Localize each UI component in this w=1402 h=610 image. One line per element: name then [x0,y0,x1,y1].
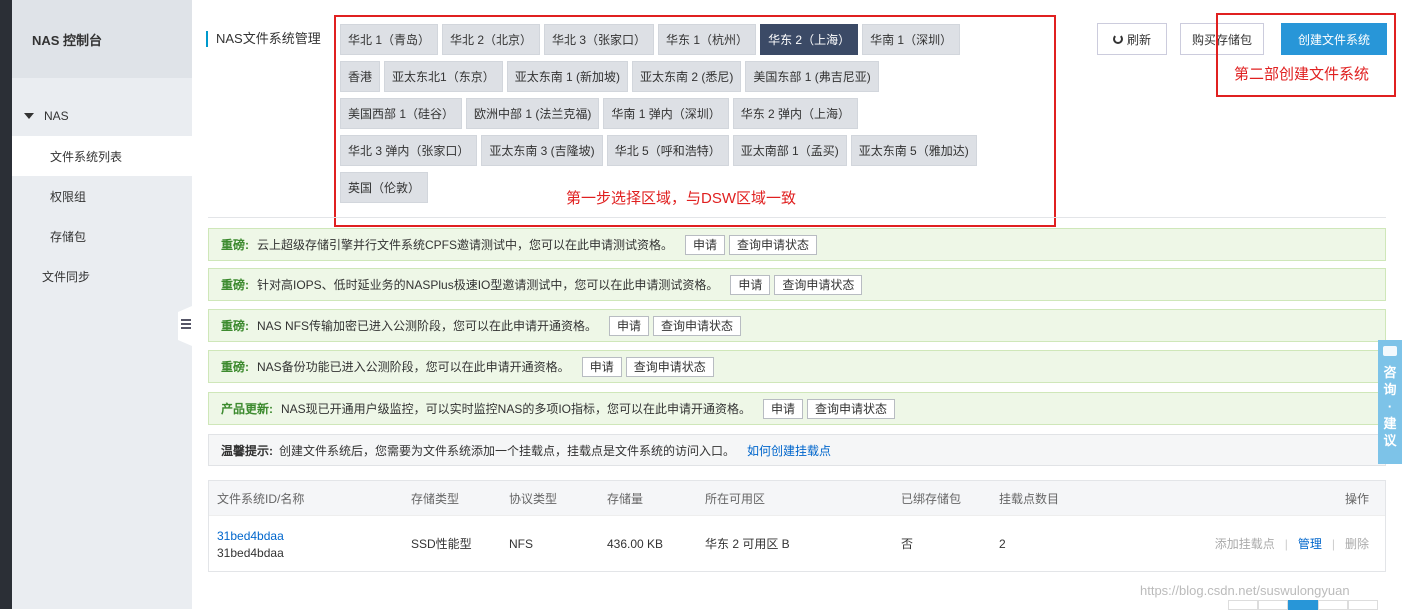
notice-tag: 产品更新: [221,402,273,416]
tip-banner: 温馨提示: 创建文件系统后，您需要为文件系统添加一个挂载点，挂载点是文件系统的访… [208,434,1386,466]
query-status-button[interactable]: 查询申请状态 [625,356,714,377]
add-mount-point-link[interactable]: 添加挂载点 [1215,535,1275,552]
mount-count: 2 [999,536,1006,551]
chat-icon [1383,346,1397,356]
notice-banner: 重磅: NAS NFS传输加密已进入公测阶段，您可以在此申请开通资格。 申请 查… [208,309,1386,342]
column-header: 操作 [1344,491,1369,506]
refresh-label: 刷新 [1126,32,1151,47]
table-row: 31bed4bdaa 31bed4bdaa SSD性能型 NFS 436.00 … [209,515,1385,571]
column-header: 文件系统ID/名称 [217,491,305,506]
apply-button[interactable]: 申请 [581,356,622,377]
notice-text: NAS NFS传输加密已进入公测阶段，您可以在此申请开通资格。 [257,319,598,333]
apply-button[interactable]: 申请 [763,398,804,419]
feedback-char: 咨 [1383,365,1397,380]
sidebar-item-filesystems[interactable]: 文件系统列表 [12,136,192,176]
table-header: 文件系统ID/名称 存储类型 协议类型 存储量 所在可用区 已绑存储包 挂载点数… [209,481,1385,515]
column-header: 存储量 [607,491,644,506]
menu-collapse-icon[interactable] [181,319,191,331]
sidebar-item-storage-packages[interactable]: 存储包 [12,216,192,256]
sidebar-group-nas[interactable]: NAS [12,96,192,136]
query-status-button[interactable]: 查询申请状态 [653,315,742,336]
notice-banner: 重磅: 针对高IOPS、低时延业务的NASPlus极速IO型邀请测试中，您可以在… [208,268,1386,301]
notice-tag: 重磅: [221,278,249,292]
sidebar-item-file-sync[interactable]: 文件同步 [12,256,192,296]
notice-tag: 重磅: [221,360,249,374]
feedback-float-button[interactable]: 咨 询 · 建 议 [1378,340,1402,464]
sidebar-title: NAS 控制台 [12,0,192,78]
storage-size: 436.00 KB [607,536,664,551]
divider [208,217,1386,218]
notice-banner: 重磅: 云上超级存储引擎并行文件系统CPFS邀请测试中，您可以在此申请测试资格。… [208,228,1386,261]
notice-text: NAS现已开通用户级监控，可以实时监控NAS的多项IO指标，您可以在此申请开通资… [281,402,752,416]
column-header: 已绑存储包 [901,491,962,506]
notice-text: NAS备份功能已进入公测阶段，您可以在此申请开通资格。 [257,360,570,374]
feedback-char: 询 [1383,382,1397,397]
notice-banner: 重磅: NAS备份功能已进入公测阶段，您可以在此申请开通资格。 申请 查询申请状… [208,350,1386,383]
filesystem-table: 文件系统ID/名称 存储类型 协议类型 存储量 所在可用区 已绑存储包 挂载点数… [208,480,1386,572]
availability-zone: 华东 2 可用区 B [705,537,790,551]
how-to-create-mount-link[interactable]: 如何创建挂载点 [747,442,831,459]
filesystem-id-link[interactable]: 31bed4bdaa [217,528,284,545]
page-title: NAS文件系统管理 [206,31,321,47]
tip-text: 创建文件系统后，您需要为文件系统添加一个挂载点，挂载点是文件系统的访问入口。 [279,443,736,458]
watermark: https://blog.csdn.net/suswulongyuan [1140,583,1350,598]
storage-type: SSD性能型 [411,537,472,551]
column-header: 存储类型 [411,491,460,506]
query-status-button[interactable]: 查询申请状态 [774,274,863,295]
manage-link[interactable]: 管理 [1298,535,1322,552]
apply-button[interactable]: 申请 [685,234,726,255]
tip-tag: 温馨提示: [221,443,273,458]
column-header: 所在可用区 [705,491,766,506]
main-content: NAS文件系统管理 华北 1（青岛） 华北 2（北京） 华北 3（张家口） 华东… [192,0,1402,610]
sidebar-item-permission-groups[interactable]: 权限组 [12,176,192,216]
annotation-box-create [1216,13,1396,97]
sidebar-group-label: NAS [44,109,69,123]
refresh-icon [1112,34,1123,44]
apply-button[interactable]: 申请 [609,315,650,336]
sidebar: NAS 控制台 NAS 文件系统列表 权限组 存储包 文件同步 [12,0,192,609]
notice-tag: 重磅: [221,238,249,252]
protocol-type: NFS [509,536,533,551]
notice-banner: 产品更新: NAS现已开通用户级监控，可以实时监控NAS的多项IO指标，您可以在… [208,392,1386,425]
caret-down-icon [24,113,34,119]
annotation-step1: 第一步选择区域，与DSW区域一致 [566,190,796,207]
annotation-step2: 第二部创建文件系统 [1234,66,1370,83]
notice-text: 针对高IOPS、低时延业务的NASPlus极速IO型邀请测试中，您可以在此申请测… [257,278,719,292]
notice-text: 云上超级存储引擎并行文件系统CPFS邀请测试中，您可以在此申请测试资格。 [257,238,674,252]
column-header: 挂载点数目 [999,491,1060,506]
bound-package: 否 [901,537,914,551]
apply-button[interactable]: 申请 [730,274,771,295]
row-actions: 添加挂载点 | 管理 | 删除 [1214,535,1369,552]
query-status-button[interactable]: 查询申请状态 [807,398,896,419]
query-status-button[interactable]: 查询申请状态 [729,234,818,255]
filesystem-id-cell: 31bed4bdaa 31bed4bdaa [217,528,284,562]
feedback-char: · [1387,399,1393,414]
app-edge-strip [0,0,12,609]
filesystem-name: 31bed4bdaa [217,546,284,560]
delete-link[interactable]: 删除 [1345,535,1369,552]
refresh-button[interactable]: 刷新 [1097,23,1167,55]
feedback-char: 议 [1383,433,1397,448]
notice-tag: 重磅: [221,319,249,333]
column-header: 协议类型 [509,491,558,506]
feedback-char: 建 [1383,416,1397,431]
